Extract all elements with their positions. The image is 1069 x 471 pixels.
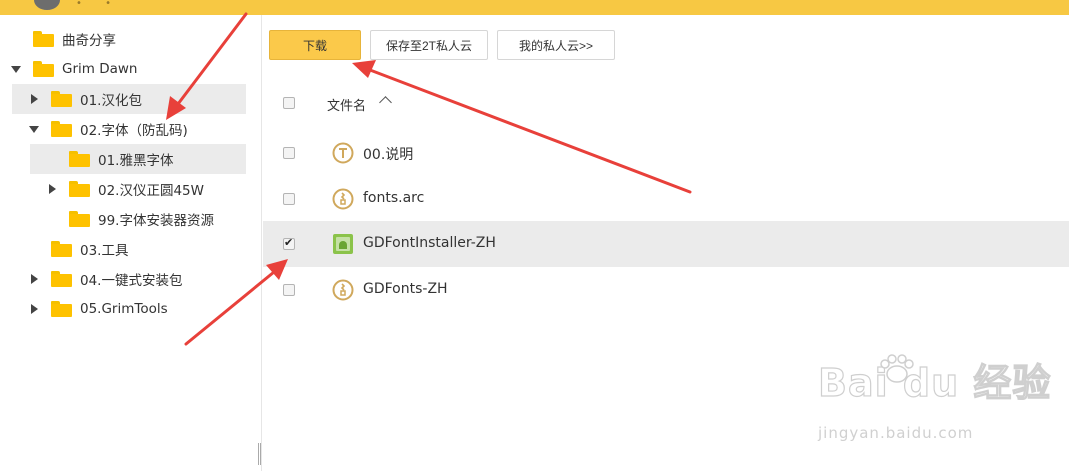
- folder-icon: [51, 121, 72, 137]
- chevron-down-icon[interactable]: [29, 126, 39, 133]
- file-row[interactable]: GDFonts-ZH: [263, 267, 1069, 313]
- watermark-url: jingyan.baidu.com: [818, 424, 974, 442]
- file-list-header: 文件名: [263, 82, 1069, 126]
- sidebar-item-label: 03.工具: [80, 243, 129, 259]
- sidebar-item-label: 99.字体安装器资源: [98, 213, 214, 229]
- sidebar-item-one-click-pack[interactable]: 04.一键式安装包: [0, 264, 246, 294]
- column-header-filename[interactable]: 文件名: [327, 95, 366, 114]
- folder-icon: [51, 91, 72, 107]
- sidebar-item-quqi-share[interactable]: 曲奇分享: [0, 24, 246, 54]
- sidebar-item-label: 02.字体（防乱码): [80, 123, 188, 139]
- folder-icon: [51, 301, 72, 317]
- baidu-watermark: Bai du 经验 jingyan.baidu.com: [817, 352, 1052, 442]
- sidebar-item-label: Grim Dawn: [62, 61, 138, 77]
- chevron-right-icon[interactable]: [49, 184, 56, 194]
- watermark-logo-text: Bai du 经验: [817, 360, 1052, 405]
- sidebar-item-label: 05.GrimTools: [80, 301, 168, 317]
- sidebar-item-grimtools[interactable]: 05.GrimTools: [0, 294, 246, 324]
- sort-ascending-icon[interactable]: [379, 96, 392, 109]
- file-row[interactable]: fonts.arc: [263, 176, 1069, 222]
- sidebar-item-label: 01.汉化包: [80, 93, 142, 109]
- text-file-icon: [332, 142, 354, 164]
- sidebar-item-grim-dawn[interactable]: Grim Dawn: [0, 54, 246, 84]
- top-bar-dots: • •: [76, 0, 121, 9]
- folder-icon: [69, 151, 90, 167]
- folder-icon: [69, 211, 90, 227]
- file-name[interactable]: 00.说明: [363, 144, 413, 164]
- sidebar-item-label: 04.一键式安装包: [80, 273, 183, 289]
- download-button[interactable]: 下载: [269, 30, 361, 60]
- sidebar-item-label: 02.汉仪正圆45W: [98, 183, 204, 199]
- resize-handle[interactable]: [258, 443, 261, 465]
- chevron-right-icon[interactable]: [31, 304, 38, 314]
- folder-icon: [69, 181, 90, 197]
- chevron-down-icon[interactable]: [11, 66, 21, 73]
- folder-icon: [51, 271, 72, 287]
- row-checkbox[interactable]: [283, 147, 295, 159]
- file-row-selected[interactable]: GDFontInstaller-ZH: [263, 221, 1069, 267]
- android-app-icon: [333, 234, 353, 254]
- file-row[interactable]: 00.说明: [263, 130, 1069, 176]
- folder-icon: [51, 241, 72, 257]
- app-logo: [34, 0, 60, 10]
- file-name[interactable]: fonts.arc: [363, 190, 424, 206]
- sidebar-tree: 曲奇分享 Grim Dawn 01.汉化包 02.字体（防乱码) 01.雅黑字体…: [0, 15, 262, 471]
- sidebar-item-localization-pack[interactable]: 01.汉化包: [12, 84, 246, 114]
- sidebar-item-label: 曲奇分享: [62, 33, 116, 49]
- folder-icon: [33, 31, 54, 47]
- archive-file-icon: [332, 188, 354, 210]
- sidebar-item-label: 01.雅黑字体: [98, 153, 174, 169]
- file-name[interactable]: GDFonts-ZH: [363, 281, 448, 297]
- paw-icon: [880, 354, 914, 383]
- archive-file-icon: [332, 279, 354, 301]
- save-to-cloud-button[interactable]: 保存至2T私人云: [370, 30, 488, 60]
- sidebar-item-tools[interactable]: 03.工具: [0, 234, 246, 264]
- row-checkbox-checked[interactable]: [283, 236, 295, 250]
- sidebar-item-yahei-font[interactable]: 01.雅黑字体: [30, 144, 246, 174]
- chevron-right-icon[interactable]: [31, 94, 38, 104]
- sidebar-item-hanyi-font[interactable]: 02.汉仪正圆45W: [0, 174, 246, 204]
- sidebar-item-installer-resources[interactable]: 99.字体安装器资源: [0, 204, 246, 234]
- select-all-checkbox[interactable]: [283, 97, 295, 109]
- row-checkbox[interactable]: [283, 284, 295, 296]
- sidebar-item-fonts[interactable]: 02.字体（防乱码): [0, 114, 246, 144]
- row-checkbox[interactable]: [283, 193, 295, 205]
- file-name[interactable]: GDFontInstaller-ZH: [363, 235, 496, 251]
- chevron-right-icon[interactable]: [31, 274, 38, 284]
- folder-icon: [33, 61, 54, 77]
- my-cloud-button[interactable]: 我的私人云>>: [497, 30, 615, 60]
- top-bar: • •: [0, 0, 1069, 15]
